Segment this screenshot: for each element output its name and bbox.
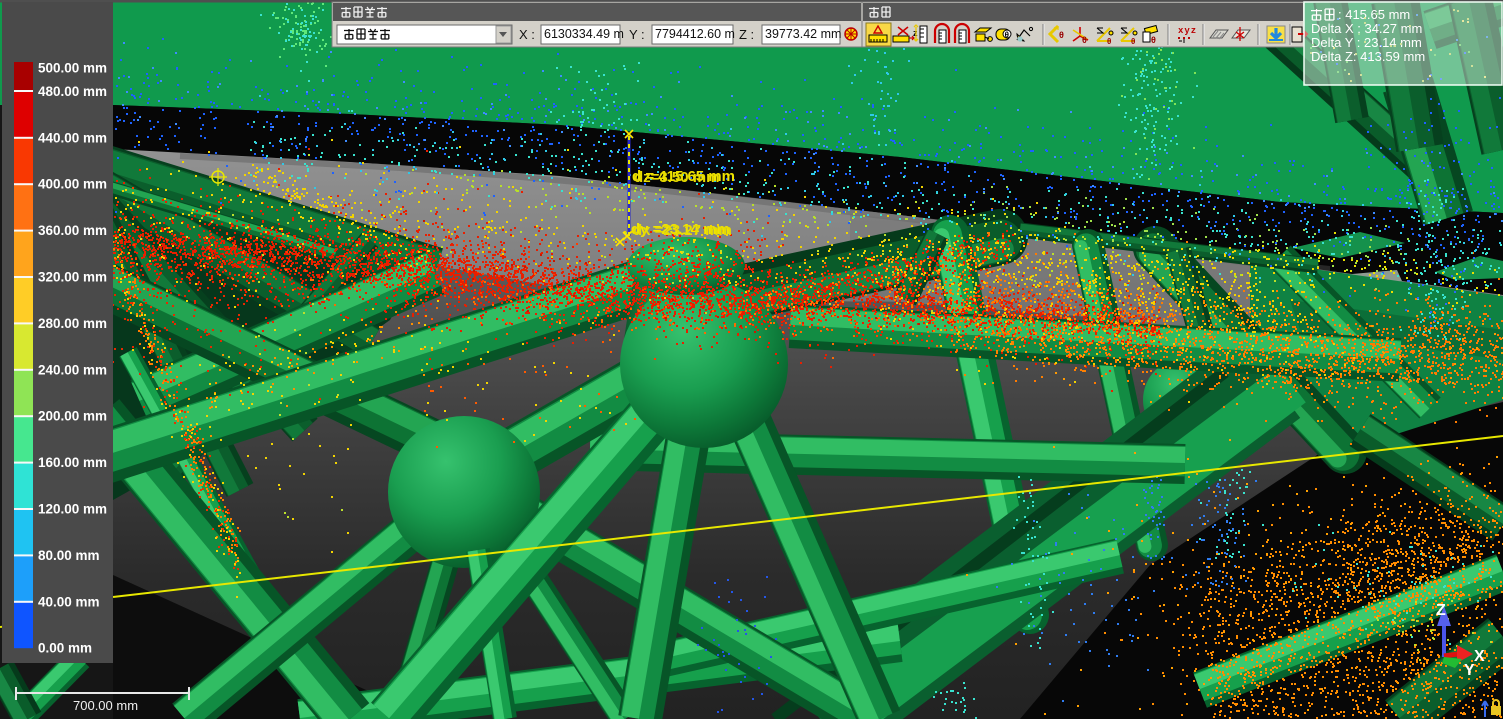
svg-text:θ: θ <box>1082 35 1087 45</box>
svg-text:80.00 mm: 80.00 mm <box>38 548 100 563</box>
svg-text:500.00 mm: 500.00 mm <box>38 61 107 76</box>
svg-text:440.00 mm: 440.00 mm <box>38 130 107 145</box>
svg-text:120.00 mm: 120.00 mm <box>38 502 107 517</box>
svg-text:360.00 mm: 360.00 mm <box>38 223 107 238</box>
svg-text:320.00 mm: 320.00 mm <box>38 270 107 285</box>
svg-text:200.00 mm: 200.00 mm <box>38 409 107 424</box>
svg-text:240.00 mm: 240.00 mm <box>38 362 107 377</box>
svg-text:40.00 mm: 40.00 mm <box>38 594 100 609</box>
svg-text:Z :: Z : <box>739 27 754 42</box>
svg-text:480.00 mm: 480.00 mm <box>38 84 107 99</box>
svg-text:6130334.49 m: 6130334.49 m <box>544 27 624 41</box>
svg-text:Delta Z: 413.59 mm: Delta Z: 413.59 mm <box>1311 49 1425 64</box>
svg-text:θ: θ <box>1107 37 1111 46</box>
svg-text:Y :: Y : <box>629 27 645 42</box>
svg-text:400.00 mm: 400.00 mm <box>38 177 107 192</box>
svg-text:θ: θ <box>1059 30 1064 40</box>
svg-text:θ: θ <box>1131 37 1135 46</box>
svg-text:Delta Y : 23.14 mm: Delta Y : 23.14 mm <box>1311 35 1422 50</box>
svg-text:θ: θ <box>1151 35 1156 45</box>
svg-text:0.00 mm: 0.00 mm <box>38 641 92 656</box>
svg-text:7794412.60 m: 7794412.60 m <box>655 27 735 41</box>
svg-text:160.00 mm: 160.00 mm <box>38 455 107 470</box>
svg-text:39773.42 mm: 39773.42 mm <box>765 27 841 41</box>
svg-text:xyz: xyz <box>1178 26 1197 36</box>
svg-text:X :: X : <box>519 27 535 42</box>
svg-text:Delta X : 34.27 mm: Delta X : 34.27 mm <box>1311 21 1422 36</box>
svg-text:280.00 mm: 280.00 mm <box>38 316 107 331</box>
svg-text:θ: θ <box>1005 30 1009 39</box>
svg-text:: 415.65 mm: : 415.65 mm <box>1338 7 1410 22</box>
